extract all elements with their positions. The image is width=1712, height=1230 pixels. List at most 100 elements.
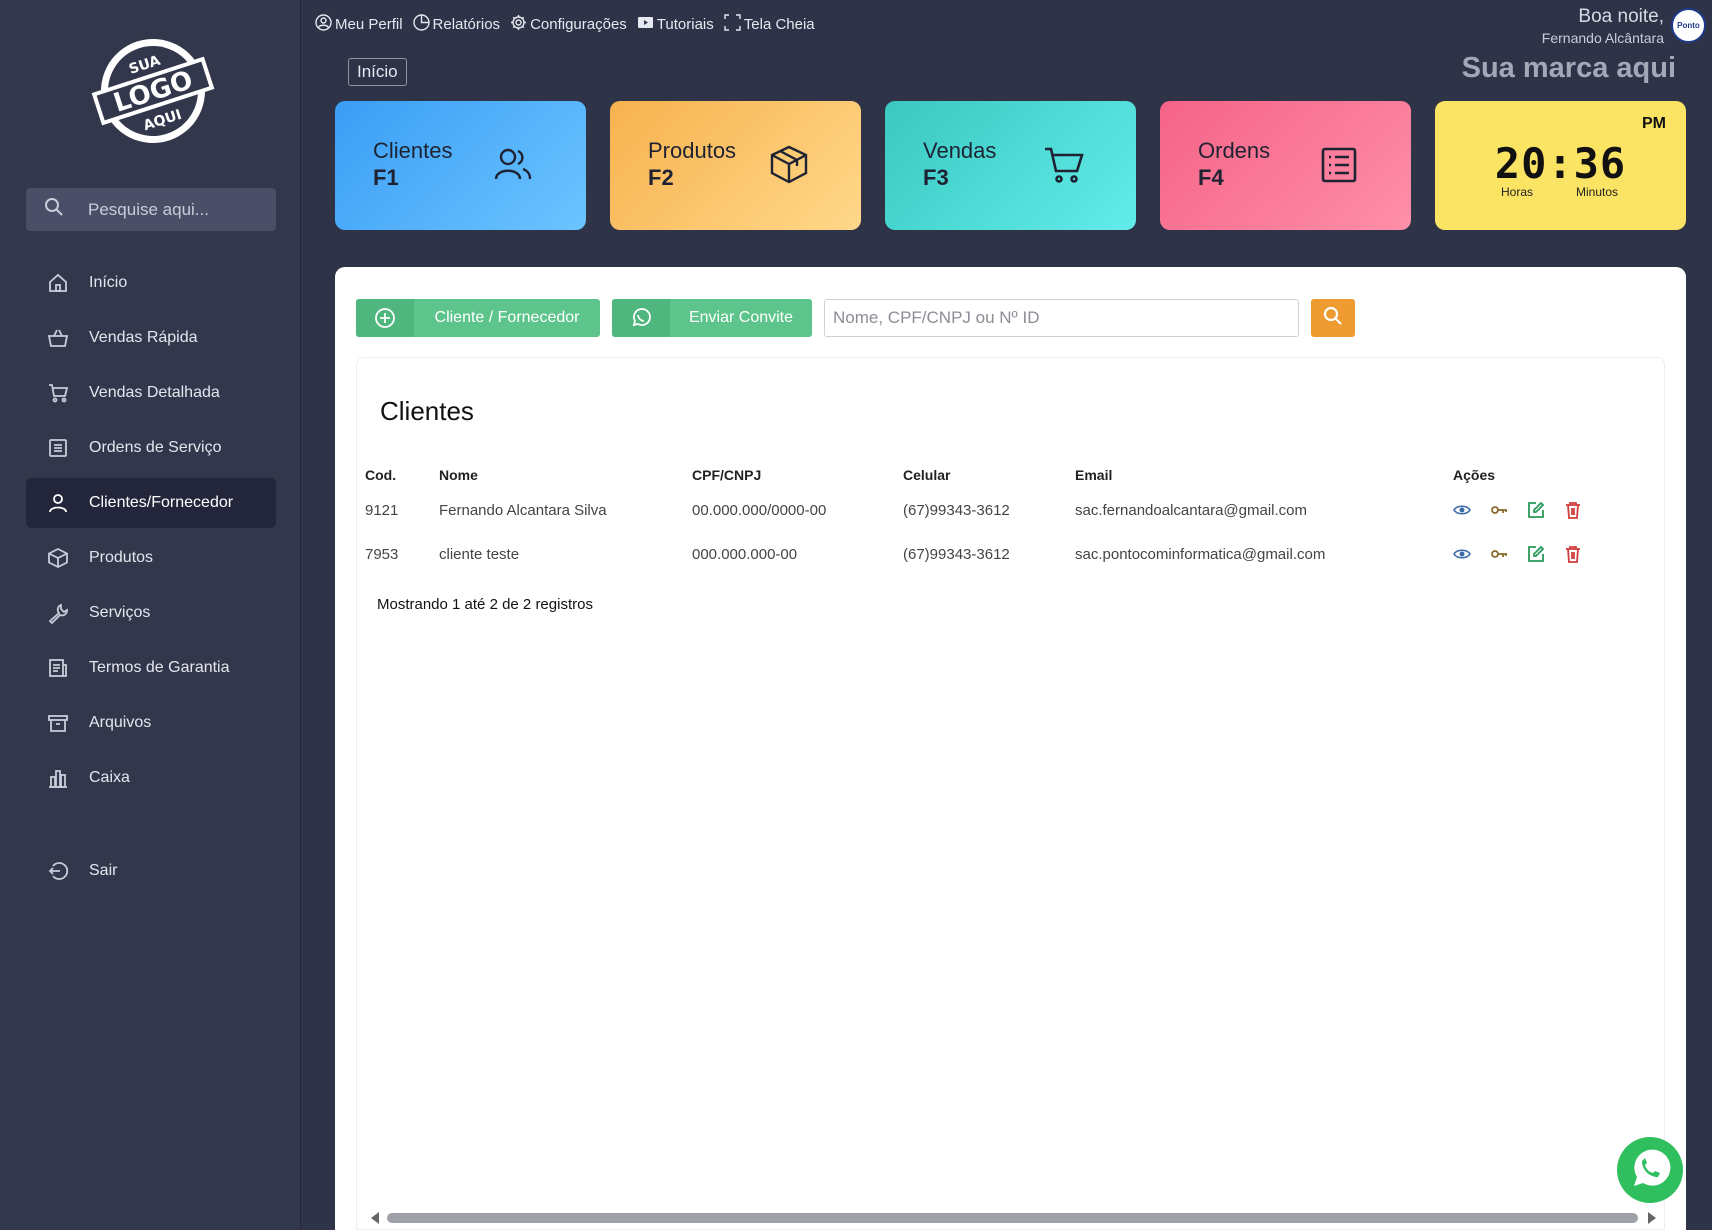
sidebar-item-vendas-rapida[interactable]: Vendas Rápida [26, 313, 276, 363]
horizontal-scrollbar[interactable] [365, 1211, 1660, 1225]
button-label: Cliente / Fornecedor [434, 309, 580, 326]
list-icon [46, 436, 70, 460]
sidebar-item-label: Início [89, 274, 128, 291]
eye-icon[interactable] [1453, 501, 1471, 519]
column-header: Ações [1453, 467, 1496, 483]
basket-icon [46, 326, 70, 350]
whatsapp-float-button[interactable] [1617, 1137, 1683, 1203]
menu-label: Tela Cheia [743, 16, 815, 33]
trash-icon[interactable] [1564, 545, 1582, 563]
cell-cod: 9121 [365, 501, 399, 519]
card-vendas[interactable]: Vendas F3 [885, 101, 1136, 230]
users-icon [492, 143, 536, 187]
column-header[interactable]: Email [1075, 462, 1453, 488]
sidebar-item-label: Termos de Garantia [89, 659, 230, 676]
sidebar-item-produtos[interactable]: Produtos [26, 533, 276, 583]
sidebar-item-caixa[interactable]: Caixa [26, 753, 276, 803]
clock-period: PM [1642, 115, 1666, 132]
card-label: Ordens [1198, 138, 1271, 163]
trash-icon[interactable] [1564, 501, 1582, 519]
scrollbar-thumb[interactable] [387, 1213, 1638, 1223]
cell-nome: cliente teste [439, 545, 520, 563]
avatar[interactable]: Ponto [1671, 8, 1706, 43]
eye-icon[interactable] [1453, 545, 1471, 563]
add-client-button[interactable]: Cliente / Fornecedor [356, 299, 600, 337]
user-icon [46, 491, 70, 515]
column-header[interactable]: Celular [903, 462, 1075, 488]
key-icon[interactable] [1490, 545, 1508, 563]
list-icon [1317, 143, 1361, 187]
sidebar-item-label: Clientes/Fornecedor [89, 494, 234, 511]
edit-icon[interactable] [1527, 501, 1545, 519]
archive-icon [46, 711, 70, 735]
menu-tela-cheia[interactable]: Tela Cheia [724, 14, 815, 35]
search-icon [1323, 306, 1343, 331]
button-label: Enviar Convite [688, 309, 794, 326]
table-row: 9121 Fernando Alcantara Silva 00.000.000… [365, 488, 1585, 532]
home-icon [46, 271, 70, 295]
plus-circle-icon [356, 299, 414, 337]
cell-celular: (67)99343-3612 [903, 501, 1010, 519]
sidebar-item-arquivos[interactable]: Arquivos [26, 698, 276, 748]
clock-minutes-label: Minutos [1576, 185, 1619, 199]
cell-cpf-cnpj: 000.000.000-00 [692, 545, 798, 563]
menu-label: Meu Perfil [335, 16, 403, 33]
search-placeholder: Pesquise aqui... [88, 199, 209, 219]
card-shortcut: F1 [373, 165, 399, 190]
card-label: Vendas [923, 138, 997, 163]
cart-icon [1042, 143, 1086, 187]
column-header[interactable]: Nome [439, 462, 692, 488]
section-title: Clientes [380, 396, 474, 426]
client-search-input[interactable] [824, 299, 1299, 337]
scroll-left-icon[interactable] [371, 1212, 379, 1224]
send-invite-button[interactable]: Enviar Convite [612, 299, 812, 337]
sidebar-item-ordens-servico[interactable]: Ordens de Serviço [26, 423, 276, 473]
sidebar-item-inicio[interactable]: Início [26, 258, 276, 308]
search-icon [44, 197, 64, 222]
menu-tutoriais[interactable]: Tutoriais [637, 14, 714, 35]
sidebar-item-servicos[interactable]: Serviços [26, 588, 276, 638]
sidebar-item-termos-garantia[interactable]: Termos de Garantia [26, 643, 276, 693]
sidebar-item-vendas-detalhada[interactable]: Vendas Detalhada [26, 368, 276, 418]
pie-chart-icon [412, 14, 430, 35]
menu-label: Relatórios [432, 16, 501, 33]
user-name: Fernando Alcântara [1541, 30, 1664, 46]
sidebar-search[interactable]: Pesquise aqui... [26, 188, 276, 231]
search-button[interactable] [1311, 299, 1355, 337]
menu-configuracoes[interactable]: Configurações [510, 14, 627, 35]
table-row: 7953 cliente teste 000.000.000-00 (67)99… [365, 532, 1585, 576]
card-produtos[interactable]: Produtos F2 [610, 101, 861, 230]
menu-relatorios[interactable]: Relatórios [412, 14, 501, 35]
card-ordens[interactable]: Ordens F4 [1160, 101, 1411, 230]
document-icon [46, 656, 70, 680]
scroll-right-icon[interactable] [1648, 1212, 1656, 1224]
wrench-icon [46, 601, 70, 625]
sidebar-item-label: Vendas Rápida [89, 329, 198, 346]
card-clientes[interactable]: Clientes F1 [335, 101, 586, 230]
breadcrumb[interactable]: Início [348, 58, 407, 86]
video-icon [637, 14, 654, 35]
clients-table: Cod. Nome CPF/CNPJ Celular Email Ações 9… [365, 462, 1585, 576]
card-shortcut: F2 [648, 165, 674, 190]
top-menu: Meu Perfil Relatórios Configurações Tuto… [315, 14, 815, 35]
greeting: Boa noite, Fernando Alcântara [1542, 6, 1664, 46]
logout-icon [46, 859, 70, 883]
cart-icon [46, 381, 70, 405]
key-icon[interactable] [1490, 501, 1508, 519]
clock-card: PM 20:36 Horas Minutos [1435, 101, 1686, 230]
card-shortcut: F4 [1198, 165, 1224, 190]
gear-icon [510, 14, 527, 35]
main-panel: Cliente / Fornecedor Enviar Convite Clie… [335, 267, 1686, 1230]
column-header[interactable]: CPF/CNPJ [692, 462, 903, 488]
profile-icon [315, 14, 332, 35]
edit-icon[interactable] [1527, 545, 1545, 563]
cell-cod: 7953 [365, 545, 399, 563]
sidebar-item-sair[interactable]: Sair [26, 846, 276, 896]
sidebar-item-label: Sair [89, 862, 118, 879]
sidebar-item-clientes-fornecedor[interactable]: Clientes/Fornecedor [26, 478, 276, 528]
logo[interactable]: LOGO SUA AQUI [78, 32, 228, 150]
column-header[interactable]: Cod. [365, 462, 439, 488]
cell-nome: Fernando Alcantara Silva [439, 501, 607, 519]
brand-text: Sua marca aqui [1461, 52, 1676, 84]
menu-meu-perfil[interactable]: Meu Perfil [315, 14, 403, 35]
